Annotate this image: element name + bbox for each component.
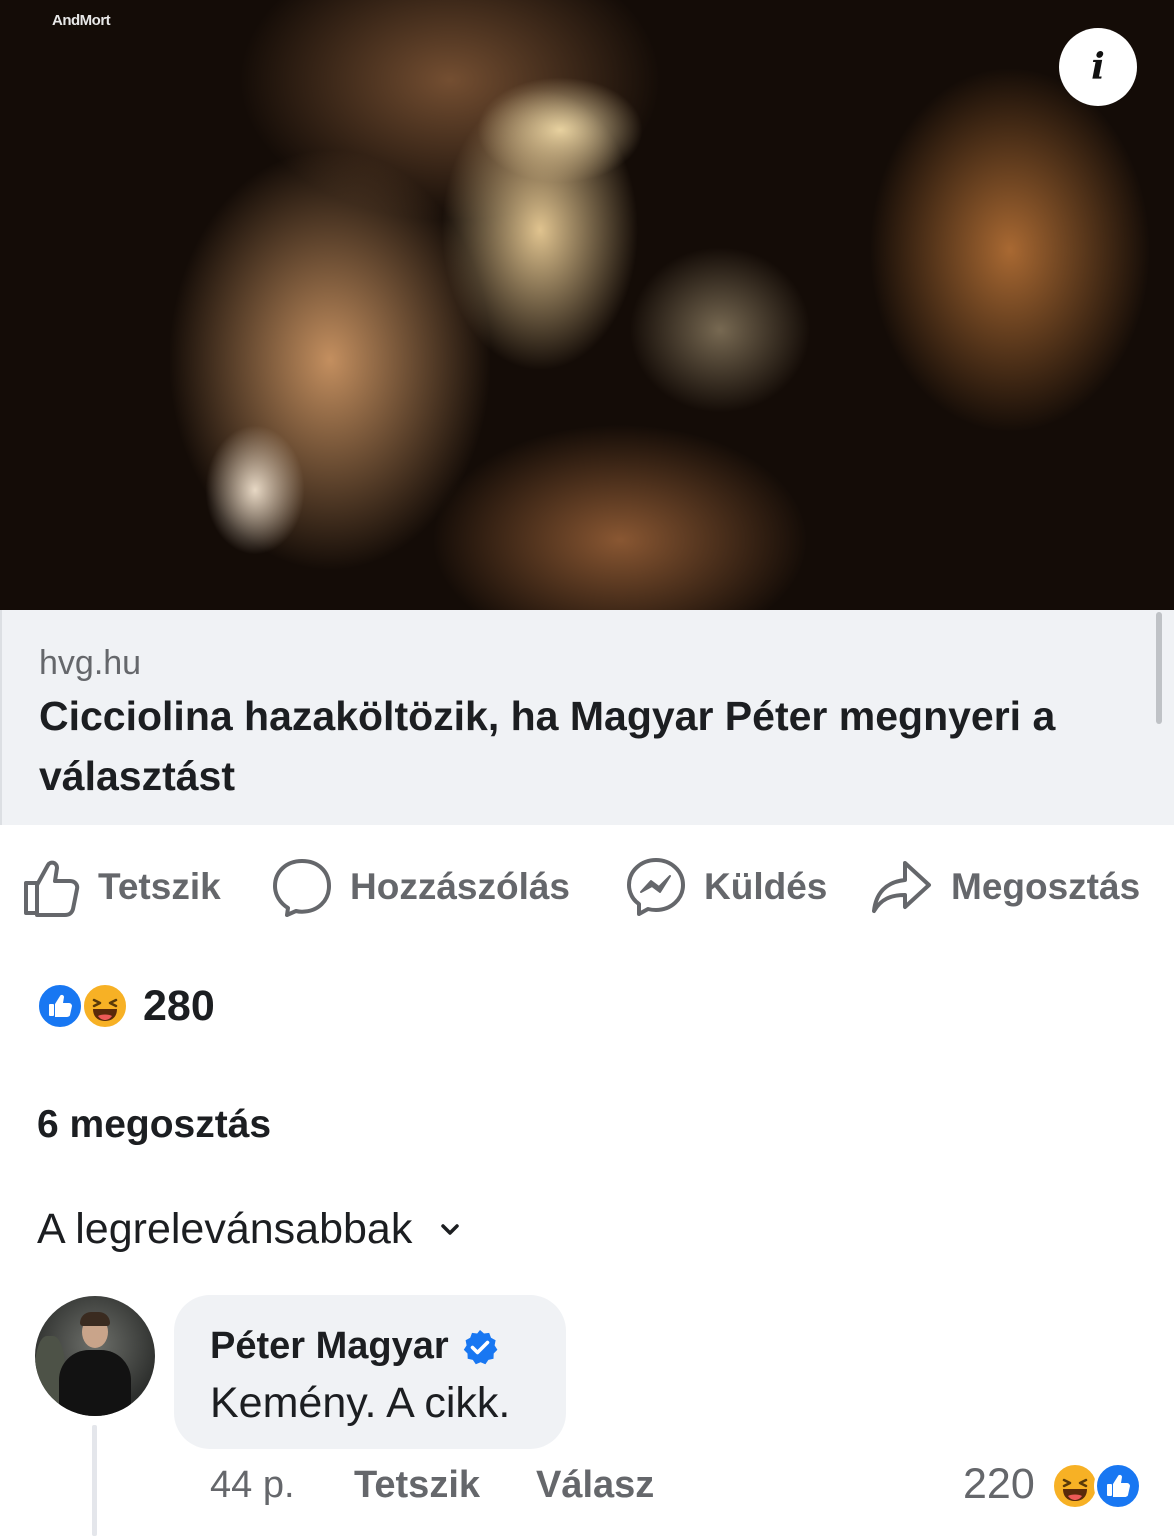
comment-bubble-icon [273,859,331,917]
info-button[interactable]: i [1059,28,1137,106]
avatar-figure-hair [80,1312,110,1326]
comment-like-button[interactable]: Tetszik [354,1464,480,1507]
avatar-figure-body [59,1350,131,1416]
reaction-summary[interactable]: 280 [36,982,215,1030]
send-button[interactable]: Küldés [626,852,827,922]
comment-author[interactable]: Péter Magyar [210,1325,499,1368]
comment-reactions[interactable] [1051,1462,1142,1510]
share-button-label: Megosztás [951,866,1141,907]
link-title[interactable]: Cicciolina hazaköltözik, ha Magyar Péter… [39,686,1129,806]
comment-timestamp[interactable]: 44 p. [210,1464,295,1507]
comment-button[interactable]: Hozzászólás [272,852,570,922]
share-arrow-icon [872,861,931,913]
chevron-down-icon [441,1223,460,1235]
comment-bubble[interactable]: Péter Magyar Kemény. A cikk. [174,1295,566,1449]
video-frame-highlight [205,425,305,555]
comment-author-name: Péter Magyar [210,1325,449,1367]
link-domain: hvg.hu [39,644,142,682]
like-button-label: Tetszik [98,866,221,907]
share-button[interactable]: Megosztás [871,852,1140,922]
haha-reaction-icon [81,982,129,1030]
reaction-count: 280 [143,981,215,1030]
comment-text: Kemény. A cikk. [210,1379,511,1427]
like-reaction-icon [36,982,84,1030]
comment-button-label: Hozzászólás [350,866,571,907]
comment-sort-dropdown[interactable]: A legrelevánsabbak [37,1205,460,1254]
share-count[interactable]: 6 megosztás [37,1103,271,1147]
comment-thread-line [92,1425,97,1536]
like-reaction-icon [1094,1462,1142,1510]
avatar[interactable] [35,1296,155,1416]
video-watermark: AndMort [52,12,111,29]
messenger-icon [627,858,685,916]
like-button[interactable]: Tetszik [22,852,221,922]
post-video[interactable]: AndMort i [0,0,1174,610]
comment-reply-button[interactable]: Válasz [536,1464,654,1507]
verified-badge-icon [463,1329,498,1364]
link-preview[interactable]: hvg.hu Cicciolina hazaköltözik, ha Magya… [0,610,1174,825]
haha-reaction-icon [1051,1462,1099,1510]
scrollbar-thumb[interactable] [1156,612,1162,724]
thumbs-up-icon [24,860,80,917]
send-button-label: Küldés [704,866,828,907]
comment-reaction-count[interactable]: 220 [963,1460,1035,1509]
info-icon: i [1091,46,1105,88]
sort-label: A legrelevánsabbak [37,1205,413,1253]
